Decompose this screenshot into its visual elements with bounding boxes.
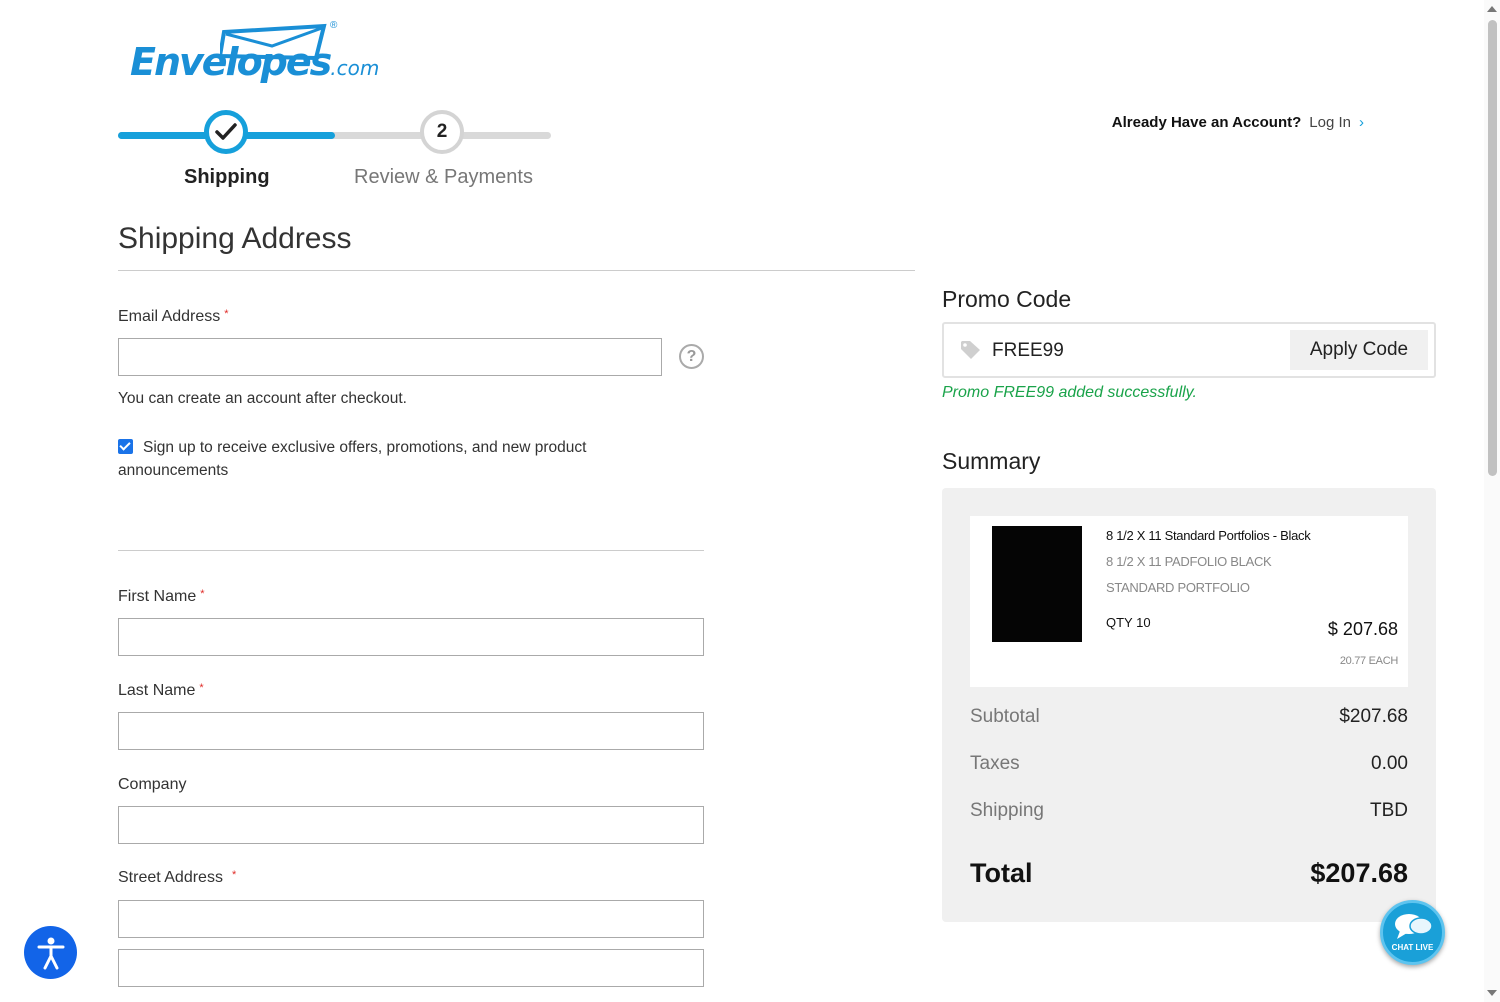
newsletter-label[interactable]: Sign up to receive exclusive offers, pro… xyxy=(118,439,586,479)
total-label: Total xyxy=(970,858,1033,888)
checkout-progress: 2 Shipping Review & Payments xyxy=(118,108,558,198)
street-line1-field[interactable] xyxy=(118,900,704,938)
account-prompt: Already Have an Account? Log In › xyxy=(1112,114,1364,131)
accessibility-button[interactable] xyxy=(24,926,77,979)
registered-mark: ® xyxy=(330,20,338,31)
divider xyxy=(118,270,915,271)
envelopes-logo[interactable]: Envelopes.com ® xyxy=(128,20,379,90)
product-image xyxy=(992,526,1082,642)
tag-icon xyxy=(961,341,980,359)
shipping-label: Shipping xyxy=(970,800,1044,821)
scrollbar[interactable] xyxy=(1484,0,1500,1002)
item-option: STANDARD PORTFOLIO xyxy=(1106,580,1250,595)
accessibility-icon xyxy=(37,937,64,969)
shipping-value: TBD xyxy=(1370,800,1408,821)
cart-item: 8 1/2 X 11 Standard Portfolios - Black 8… xyxy=(970,516,1408,687)
first-name-label: First Name * xyxy=(118,588,205,605)
email-label: Email Address * xyxy=(118,308,229,325)
subtotal-label: Subtotal xyxy=(970,706,1040,727)
promo-code-box: FREE99 Apply Code xyxy=(942,322,1436,378)
scroll-up-icon[interactable] xyxy=(1487,6,1497,12)
item-unit-price: 20.77 EACH xyxy=(1339,655,1398,667)
summary-title: Summary xyxy=(942,448,1041,474)
account-note: You can create an account after checkout… xyxy=(118,390,407,407)
login-link[interactable]: Log In xyxy=(1309,114,1351,131)
promo-success-message: Promo FREE99 added successfully. xyxy=(942,384,1197,401)
item-quantity: QTY 10 xyxy=(1106,615,1151,630)
chat-live-label: CHAT LIVE xyxy=(1391,943,1434,952)
shipping-row: Shipping TBD xyxy=(970,800,1408,822)
apply-code-button[interactable]: Apply Code xyxy=(1290,330,1428,370)
taxes-row: Taxes 0.00 xyxy=(970,753,1408,775)
company-label: Company xyxy=(118,776,187,793)
scroll-down-icon[interactable] xyxy=(1487,990,1497,996)
checkmark-icon xyxy=(215,123,237,140)
help-icon[interactable]: ? xyxy=(679,344,704,369)
item-name[interactable]: 8 1/2 X 11 Standard Portfolios - Black xyxy=(1106,528,1311,543)
newsletter-signup: Sign up to receive exclusive offers, pro… xyxy=(118,436,648,482)
taxes-value: 0.00 xyxy=(1371,753,1408,774)
first-name-field[interactable] xyxy=(118,618,704,656)
last-name-field[interactable] xyxy=(118,712,704,750)
total-row: Total $207.68 xyxy=(970,858,1408,889)
street-address-label: Street Address * xyxy=(118,869,237,886)
item-price: $ 207.68 xyxy=(1327,619,1398,639)
email-field[interactable] xyxy=(118,338,662,376)
step-review-number: 2 xyxy=(420,110,464,154)
total-value: $207.68 xyxy=(1310,858,1408,888)
chat-live-button[interactable]: CHAT LIVE xyxy=(1380,900,1445,965)
order-summary: 8 1/2 X 11 Standard Portfolios - Black 8… xyxy=(942,488,1436,922)
account-question: Already Have an Account? xyxy=(1111,114,1302,131)
subtotal-row: Subtotal $207.68 xyxy=(970,706,1408,728)
step-shipping-label: Shipping xyxy=(184,166,270,188)
chevron-right-icon[interactable]: › xyxy=(1359,114,1364,131)
scrollbar-thumb[interactable] xyxy=(1488,20,1497,476)
item-option: 8 1/2 X 11 PADFOLIO BLACK xyxy=(1106,554,1272,569)
chat-bubble-icon xyxy=(1395,914,1433,939)
step-review-label: Review & Payments xyxy=(354,166,533,188)
page-title: Shipping Address xyxy=(118,222,352,255)
street-line2-field[interactable] xyxy=(118,949,704,987)
taxes-label: Taxes xyxy=(970,753,1020,774)
divider xyxy=(118,550,704,551)
step-shipping-complete xyxy=(204,110,248,154)
newsletter-checkbox[interactable] xyxy=(118,439,133,454)
envelope-logo-icon xyxy=(220,23,327,60)
promo-code-input[interactable]: FREE99 xyxy=(992,340,1064,362)
company-field[interactable] xyxy=(118,806,704,844)
promo-title: Promo Code xyxy=(942,286,1072,312)
last-name-label: Last Name * xyxy=(118,682,204,699)
subtotal-value: $207.68 xyxy=(1339,706,1408,727)
